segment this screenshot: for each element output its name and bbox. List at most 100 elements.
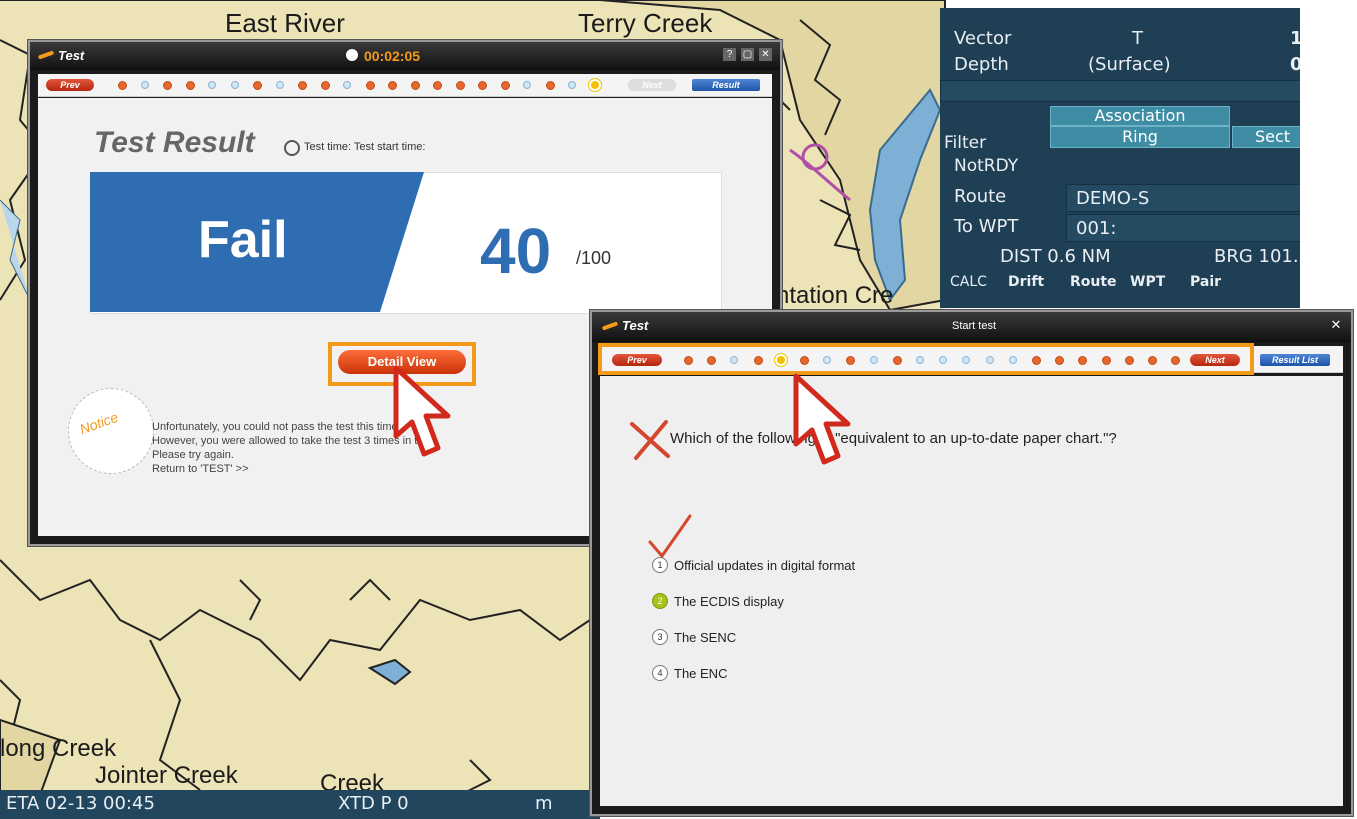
brg-value: BRG 101.2 [1214,246,1300,267]
question-dot[interactable] [140,81,149,89]
question-dot[interactable] [869,356,878,364]
question-dialog-titlebar: Test Start test ✕ [592,312,1351,342]
notrdy-label: NotRDY [954,156,1019,176]
depth-label: Depth [954,54,1009,75]
question-dot[interactable] [1078,356,1088,365]
vector-value: T [1132,28,1143,49]
question-dot[interactable] [455,81,465,90]
question-dot[interactable] [684,356,693,365]
question-dots [684,354,1194,366]
question-dot[interactable] [253,81,262,90]
question-dot[interactable] [730,356,739,364]
help-icon[interactable]: ? [723,48,736,61]
choice-number: 3 [652,629,668,645]
question-dot[interactable] [230,81,239,89]
question-dot[interactable] [1055,356,1065,365]
question-dot[interactable] [753,356,763,365]
question-dot[interactable] [1008,356,1017,364]
question-dot[interactable] [590,81,599,89]
question-dot[interactable] [568,81,576,89]
question-dot[interactable] [1148,356,1157,365]
orange-swoosh-icon [37,50,55,60]
question-dot[interactable] [1171,356,1181,365]
question-dot[interactable] [478,81,487,90]
question-dot[interactable] [275,81,284,89]
route-button[interactable]: Route [1070,274,1117,290]
question-dot[interactable] [163,81,172,90]
question-dots [118,79,618,91]
question-dot[interactable] [823,356,832,364]
question-dot[interactable] [1101,356,1111,365]
map-label-jointer-creek: Jointer Creek [95,762,238,789]
question-dot[interactable] [846,356,856,365]
calc-label: CALC [950,274,987,290]
depth-value: (Surface) [1088,54,1171,75]
association-button[interactable]: Association [1050,106,1230,126]
result-button[interactable]: Result [692,79,760,91]
sect-button[interactable]: Sect [1232,126,1300,148]
question-dot[interactable] [410,81,420,90]
question-dot[interactable] [298,81,307,90]
answer-choices: 1 Official updates in digital format 2 T… [652,557,1152,718]
drift-button[interactable]: Drift [1008,274,1044,290]
question-dialog: Test Start test ✕ Prev Next Result List … [590,310,1353,816]
result-list-button[interactable]: Result List [1260,354,1330,366]
unit-value: m [535,793,553,814]
cursor-arrow-icon [793,373,851,465]
question-dot[interactable] [707,356,717,365]
question-dot[interactable] [118,81,127,90]
question-dot[interactable] [343,81,351,89]
choice-text: The SENC [674,630,737,645]
question-dot[interactable] [985,356,994,364]
vector-value-2: 1 [1290,28,1300,49]
wrong-mark-icon [630,420,670,460]
question-dot[interactable] [776,356,785,364]
correct-check-icon [648,514,692,559]
question-dot[interactable] [433,81,442,90]
question-dot[interactable] [208,81,216,89]
notice-badge-text: Notice [77,408,121,438]
question-dot[interactable] [939,356,948,364]
prev-button[interactable]: Prev [46,79,94,91]
question-dot[interactable] [388,81,397,90]
prev-button[interactable]: Prev [612,354,662,366]
result-dialog-title: Test [58,48,85,63]
clock-icon [346,49,358,61]
cursor-arrow-icon [393,365,451,457]
question-dot[interactable] [320,81,330,90]
question-dot[interactable] [500,81,510,90]
question-dot[interactable] [892,356,902,365]
return-to-test-link[interactable]: Return to 'TEST' >> [152,462,435,476]
next-button[interactable]: Next [628,79,676,91]
question-dot[interactable] [365,81,375,90]
question-dot[interactable] [962,356,971,364]
wpt-button[interactable]: WPT [1130,274,1165,290]
question-dot[interactable] [523,81,531,89]
depth-value-2: 0. [1290,54,1300,75]
close-icon[interactable]: ✕ [1329,318,1343,332]
orange-swoosh-icon [601,321,619,331]
choice-number: 1 [652,557,668,573]
restore-icon[interactable]: ▢ [741,48,754,61]
next-button[interactable]: Next [1190,354,1240,366]
choice-number: 4 [652,665,668,681]
question-dot[interactable] [185,81,195,90]
ring-button[interactable]: Ring [1050,126,1230,148]
result-progress-bar: Prev Next Result [38,74,772,97]
xtd-value: XTD P 0 [338,793,409,814]
question-dot[interactable] [1032,356,1041,365]
question-dot[interactable] [916,356,924,364]
question-dot[interactable] [1124,356,1134,365]
notice-badge: Notice [68,388,154,474]
question-progress-bar: Prev Next Result List [598,343,1343,375]
nav-cell [940,80,1300,102]
eta-value: ETA 02-13 00:45 [6,793,155,814]
question-dot[interactable] [545,81,555,90]
route-label: Route [954,186,1007,207]
route-value: DEMO-S [1076,188,1150,209]
close-icon[interactable]: ✕ [759,48,772,61]
result-dialog-titlebar: Test 00:02:05 ? ▢ ✕ [30,42,780,70]
map-label-east-river: East River [225,8,345,38]
pair-button[interactable]: Pair [1190,274,1221,290]
question-dot[interactable] [800,356,809,365]
